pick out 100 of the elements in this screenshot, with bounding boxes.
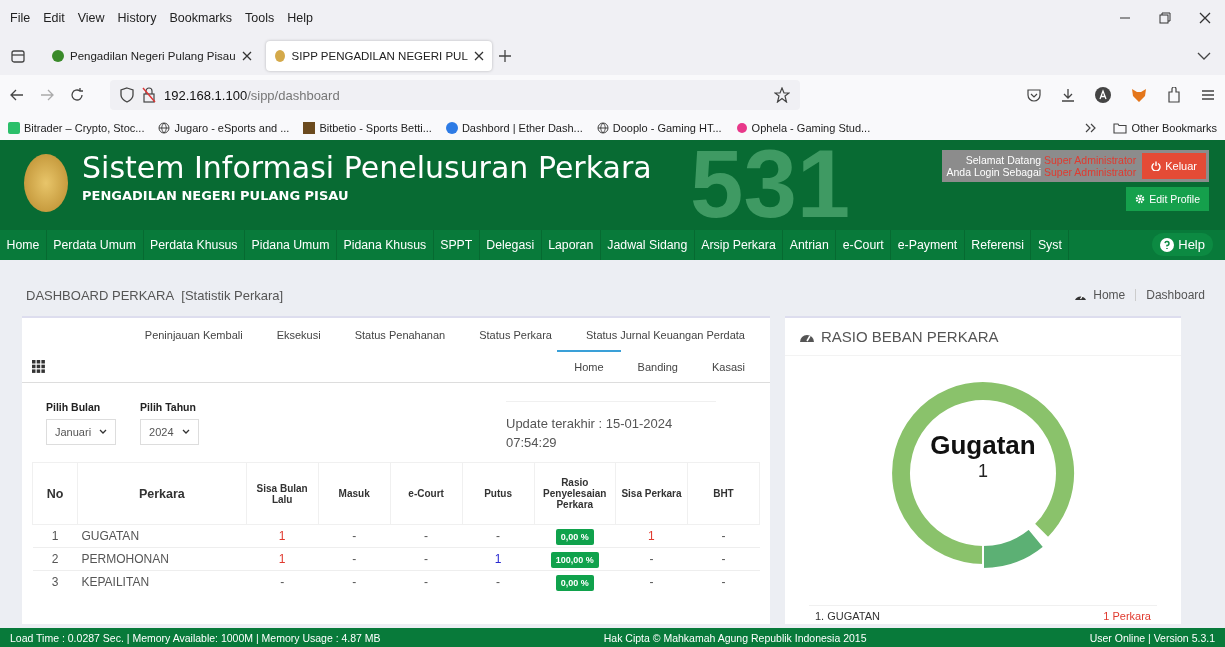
- bookmark-link[interactable]: Ophela - Gaming Stud...: [751, 121, 871, 134]
- browser-tab[interactable]: Pengadilan Negeri Pulang Pisau: [44, 40, 260, 71]
- caret-icon: [99, 429, 108, 435]
- grid-menu-icon[interactable]: [32, 359, 45, 373]
- nav-menu-item[interactable]: Delegasi: [479, 230, 542, 260]
- breadcrumb-link[interactable]: Dashboard: [1146, 288, 1205, 302]
- nav-menu-item[interactable]: Laporan: [541, 230, 601, 260]
- help-button[interactable]: Help: [1152, 233, 1213, 256]
- menu-item[interactable]: Tools: [245, 11, 275, 25]
- breadcrumb-link[interactable]: Home: [1093, 288, 1126, 302]
- nav-menu-item[interactable]: Antrian: [783, 230, 837, 260]
- account-avatar-icon[interactable]: [1095, 87, 1111, 103]
- column-header: Perkara: [77, 462, 247, 525]
- tab[interactable]: Status Penahanan: [337, 318, 463, 350]
- seal-favicon-icon: [273, 49, 286, 62]
- table-cell: -: [462, 524, 535, 548]
- fox-extension-icon[interactable]: [1131, 87, 1147, 103]
- table-cell: -: [687, 524, 760, 548]
- globe-icon: [596, 121, 609, 134]
- table-cell: 1: [615, 524, 688, 548]
- tab[interactable]: Home: [557, 350, 621, 382]
- dropdown-select[interactable]: 2024: [140, 419, 199, 445]
- reload-icon[interactable]: [70, 88, 84, 102]
- field-label: Pilih Bulan: [46, 401, 102, 413]
- download-icon[interactable]: [1061, 88, 1075, 102]
- globe-icon: [158, 121, 171, 134]
- close-icon[interactable]: [1199, 12, 1211, 24]
- nav-menu-item[interactable]: Arsip Perkara: [694, 230, 784, 260]
- chevron-down-icon[interactable]: [1197, 50, 1211, 61]
- nav-menu-item[interactable]: Perdata Khusus: [143, 230, 246, 260]
- column-header: Sisa Perkara: [615, 462, 688, 525]
- bookmark-link[interactable]: Other Bookmarks: [1131, 121, 1217, 134]
- site-subtitle: PENGADILAN NEGERI PULANG PISAU: [82, 188, 350, 203]
- table-cell: 1: [246, 524, 319, 548]
- tab[interactable]: Eksekusi: [259, 318, 338, 350]
- restore-icon[interactable]: [1159, 12, 1171, 24]
- new-tab-icon[interactable]: [497, 48, 512, 63]
- table-cell: KEPAILITAN: [77, 570, 247, 594]
- tab-list-icon[interactable]: [10, 47, 26, 64]
- footer-copyright-text: Hak Cipta © Mahkamah Agung Republik Indonesia 2015: [603, 631, 867, 644]
- nav-menu-item[interactable]: SPPT: [433, 230, 480, 260]
- menu-item[interactable]: History: [117, 11, 157, 25]
- last-update-text: Update terakhir : 15-01-2024 07:54:29: [506, 401, 716, 452]
- bookmark-link[interactable]: Bitbetio - Sports Betti...: [319, 121, 432, 134]
- extensions-puzzle-icon[interactable]: [1167, 87, 1181, 103]
- pocket-icon[interactable]: [1027, 88, 1041, 102]
- site-favicon-icon: [8, 121, 20, 134]
- menu-item[interactable]: Help: [287, 11, 313, 25]
- nav-menu-item[interactable]: Syst: [1031, 230, 1070, 260]
- bookmark-link[interactable]: Dooplo - Gaming HT...: [612, 121, 722, 134]
- nav-menu-item[interactable]: e-Payment: [891, 230, 965, 260]
- table-cell: 1: [32, 524, 78, 548]
- menu-item[interactable]: File: [10, 11, 31, 25]
- bookmark-link[interactable]: Bitrader – Crypto, Stoc...: [24, 121, 145, 134]
- close-icon[interactable]: [473, 50, 484, 61]
- column-header: Sisa Bulan Lalu: [246, 462, 319, 525]
- close-icon[interactable]: [241, 50, 252, 61]
- login-role-text: Anda Login Sebagai Super Administrator: [946, 166, 1137, 178]
- menu-item[interactable]: Bookmarks: [169, 11, 232, 25]
- dropdown-select[interactable]: Januari: [46, 419, 117, 445]
- bookmark-link[interactable]: Dashbord | Ether Dash...: [461, 121, 583, 134]
- tab[interactable]: Status Perkara: [462, 318, 569, 350]
- donut-center-label: Gugatan: [930, 430, 1036, 461]
- column-header: BHT: [687, 462, 760, 525]
- site-favicon-icon: [445, 121, 458, 134]
- table-cell: -: [246, 570, 319, 594]
- url-text: 192.168.1.100/sipp/dashboard: [164, 87, 340, 103]
- column-header: Masuk: [318, 462, 391, 525]
- nav-menu-item[interactable]: Home: [0, 230, 47, 260]
- folder-icon: [1113, 121, 1128, 134]
- help-icon: [1160, 237, 1175, 252]
- logout-button[interactable]: Keluar: [1142, 153, 1206, 179]
- browser-tab[interactable]: SIPP PENGADILAN NEGERI PUL: [265, 40, 492, 71]
- menu-item[interactable]: View: [77, 11, 105, 25]
- nav-menu-item[interactable]: Pidana Umum: [245, 230, 337, 260]
- nav-menu-item[interactable]: Pidana Khusus: [336, 230, 434, 260]
- bookmark-link[interactable]: Jugaro - eSports and ...: [174, 121, 290, 134]
- site-title: Sistem Informasi Penelusuran Perkara: [82, 150, 652, 186]
- chevrons-right-icon[interactable]: [1085, 122, 1098, 133]
- nav-menu-item[interactable]: Perdata Umum: [46, 230, 144, 260]
- nav-menu-item[interactable]: Referensi: [964, 230, 1032, 260]
- bookmark-star-icon[interactable]: [774, 87, 790, 103]
- back-icon[interactable]: [10, 88, 24, 102]
- table-cell: -: [615, 570, 688, 594]
- table-cell: -: [390, 524, 463, 548]
- column-header: No: [32, 462, 78, 525]
- tab[interactable]: Banding: [620, 350, 695, 382]
- nav-menu-item[interactable]: e-Court: [836, 230, 892, 260]
- tab[interactable]: Peninjauan Kembali: [127, 318, 260, 350]
- tab[interactable]: Kasasi: [694, 350, 762, 382]
- table-cell: 1: [462, 547, 535, 571]
- table-cell: -: [687, 570, 760, 594]
- menu-icon[interactable]: [1201, 89, 1215, 101]
- menu-item[interactable]: Edit: [43, 11, 65, 25]
- site-favicon-icon: [303, 121, 316, 134]
- column-header: Putus: [462, 462, 535, 525]
- nav-menu-item[interactable]: Jadwal Sidang: [600, 230, 695, 260]
- tab[interactable]: Status Jurnal Keuangan Perdata: [569, 318, 762, 350]
- address-bar[interactable]: 192.168.1.100/sipp/dashboard: [110, 80, 800, 110]
- legend-value: 1 Perkara: [1103, 610, 1151, 622]
